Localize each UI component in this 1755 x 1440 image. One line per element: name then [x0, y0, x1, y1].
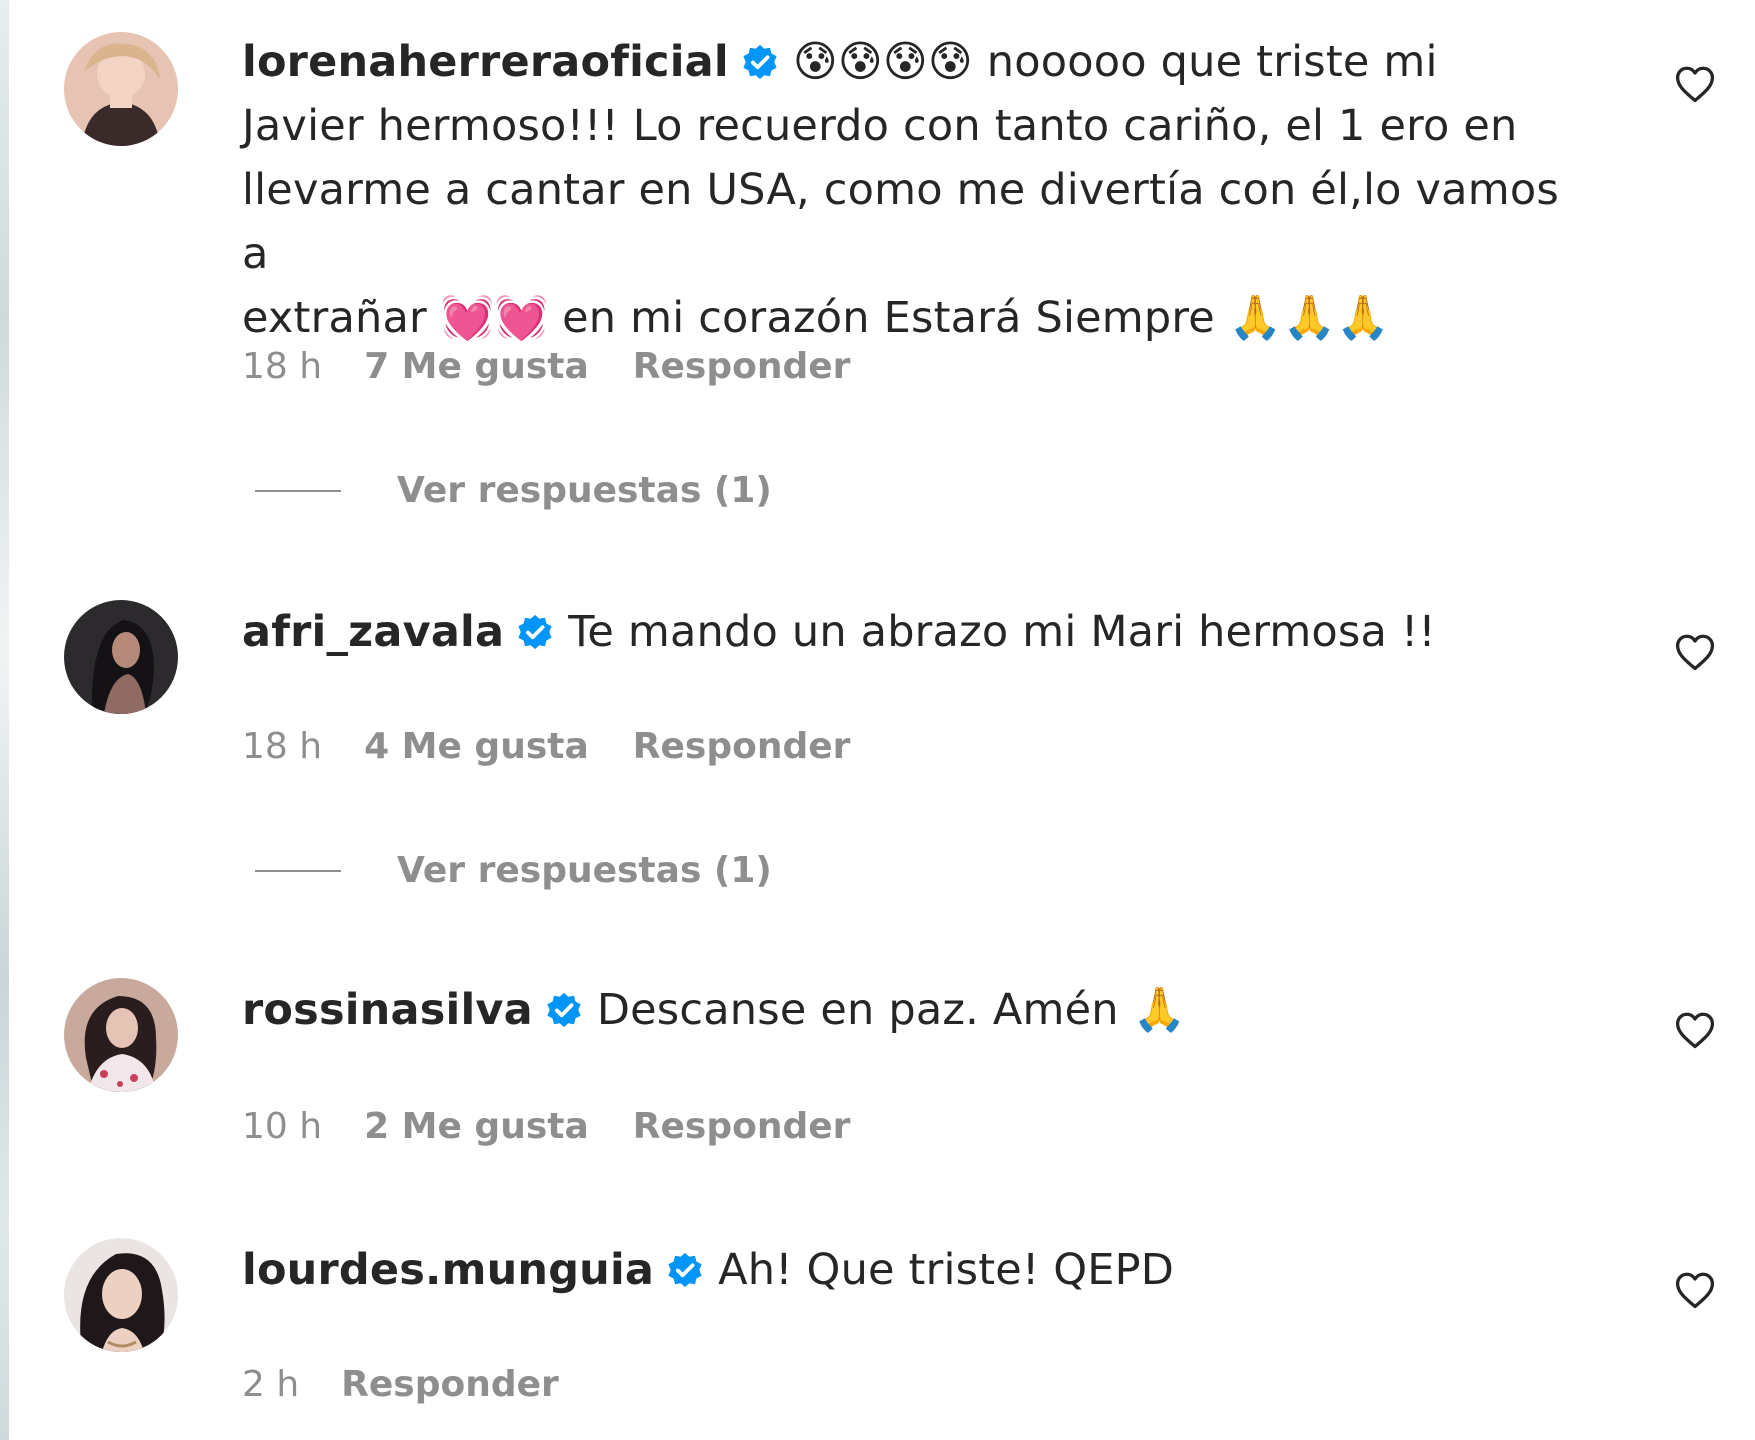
username[interactable]: afri_zavala — [242, 607, 504, 657]
comment-text-line1: 😰😰😰😰 nooooo que triste mi — [792, 37, 1438, 87]
comment-body: Descanse en paz. Amén 🙏 — [596, 985, 1187, 1035]
divider-line — [255, 489, 341, 492]
reply-button[interactable]: Responder — [341, 1364, 559, 1405]
comment-text: lorenaherreraoficial 😰😰😰😰 nooooo que tris… — [242, 30, 1592, 350]
verified-badge-icon — [516, 613, 554, 651]
avatar[interactable] — [64, 600, 178, 714]
background-edge — [0, 0, 9, 1440]
divider-line — [255, 869, 341, 872]
comment-time: 18 h — [242, 346, 323, 387]
comment-body: Te mando un abrazo mi Mari hermosa !! — [568, 607, 1436, 657]
avatar[interactable] — [64, 32, 178, 146]
comment-text-line2: Javier hermoso!!! Lo recuerdo con tanto … — [242, 101, 1518, 151]
like-heart-icon[interactable] — [1673, 62, 1717, 106]
like-heart-icon[interactable] — [1673, 1008, 1717, 1052]
verified-badge-icon — [741, 43, 779, 81]
username[interactable]: rossinasilva — [242, 985, 533, 1035]
like-heart-icon[interactable] — [1673, 630, 1717, 674]
view-replies-label: Ver respuestas (1) — [397, 470, 772, 511]
avatar[interactable] — [64, 1238, 178, 1352]
username[interactable]: lourdes.munguia — [242, 1245, 654, 1295]
comment-text: afri_zavala Te mando un abrazo mi Mari he… — [242, 600, 1592, 664]
reply-button[interactable]: Responder — [633, 346, 851, 387]
view-replies-button[interactable]: Ver respuestas (1) — [255, 470, 772, 511]
likes-count[interactable]: 2 Me gusta — [364, 1106, 589, 1147]
avatar[interactable] — [64, 978, 178, 1092]
comment-time: 18 h — [242, 726, 323, 767]
reply-button[interactable]: Responder — [633, 726, 851, 767]
view-replies-label: Ver respuestas (1) — [397, 850, 772, 891]
comment-text-line3: llevarme a cantar en USA, como me divert… — [242, 165, 1559, 279]
comment-body: Ah! Que triste! QEPD — [718, 1245, 1175, 1295]
comment-text: rossinasilva Descanse en paz. Amén 🙏 — [242, 978, 1592, 1042]
view-replies-button[interactable]: Ver respuestas (1) — [255, 850, 772, 891]
comment-text: lourdes.munguia Ah! Que triste! QEPD — [242, 1238, 1592, 1302]
verified-badge-icon — [666, 1251, 704, 1289]
likes-count[interactable]: 4 Me gusta — [364, 726, 589, 767]
like-heart-icon[interactable] — [1673, 1268, 1717, 1312]
comment-time: 10 h — [242, 1106, 323, 1147]
verified-badge-icon — [545, 991, 583, 1029]
comment-text-line4: extrañar 💓💓 en mi corazón Estará Siempre… — [242, 293, 1391, 343]
reply-button[interactable]: Responder — [633, 1106, 851, 1147]
comment-time: 2 h — [242, 1364, 300, 1405]
username[interactable]: lorenaherreraoficial — [242, 37, 729, 87]
likes-count[interactable]: 7 Me gusta — [364, 346, 589, 387]
